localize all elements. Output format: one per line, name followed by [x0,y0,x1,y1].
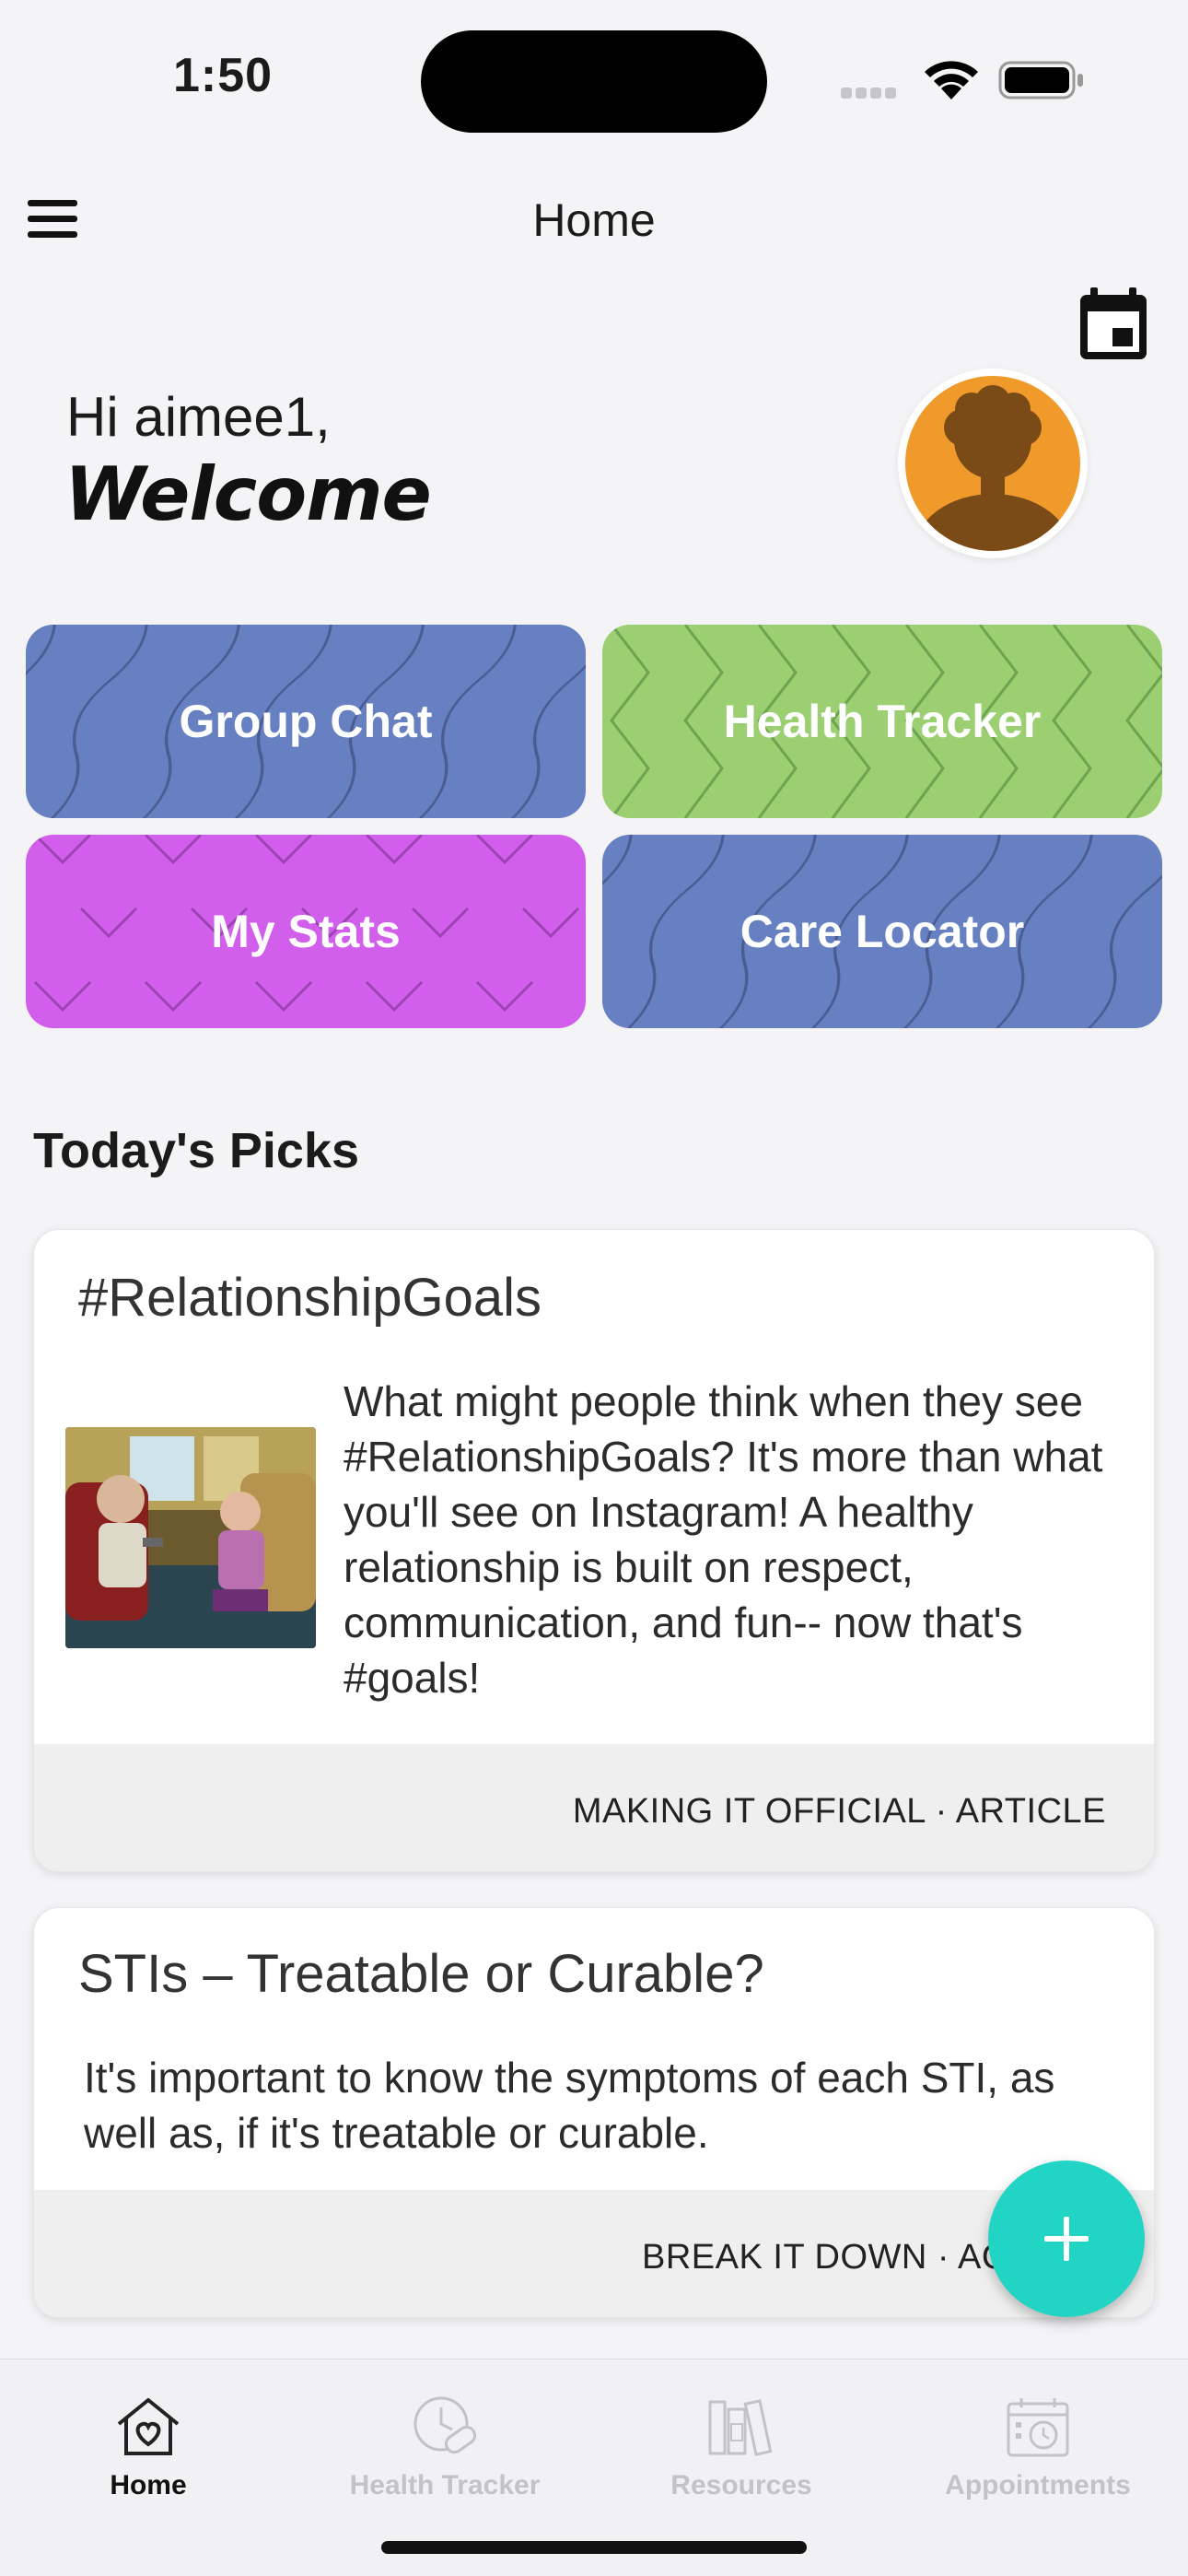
tab-label: Appointments [945,2470,1131,2500]
battery-icon [998,61,1083,100]
card-title: #RelationshipGoals [78,1268,542,1328]
card-footer: MAKING IT OFFICIAL · ARTICLE [34,1744,1154,1871]
tile-label: Group Chat [179,696,433,747]
tab-home[interactable]: Home [0,2359,297,2507]
wifi-icon [925,61,978,100]
cellular-signal-icon [841,87,905,99]
card-text: What might people think when they see #R… [344,1377,1103,1702]
page-title: Home [532,194,656,246]
tile-label: My Stats [211,906,401,957]
dynamic-island [421,30,767,133]
care-locator-tile[interactable]: Care Locator [602,835,1162,1028]
tile-label: Care Locator [740,906,1025,957]
card-category: BREAK IT DOWN · AC [642,2238,1007,2277]
welcome-text: Welcome [64,451,432,537]
my-stats-tile[interactable]: My Stats [26,835,586,1028]
greeting-text: Hi aimee1, [66,386,331,448]
health-tracker-tile[interactable]: Health Tracker [602,625,1162,818]
card-category: MAKING IT OFFICIAL · ARTICLE [572,1792,1106,1831]
group-chat-tile[interactable]: Group Chat [26,625,586,818]
add-button[interactable] [988,2160,1145,2317]
avatar-silhouette-icon [905,376,1080,551]
avatar[interactable] [898,369,1088,558]
tab-resources[interactable]: Resources [593,2359,890,2507]
card-text: It's important to know the symptoms of e… [84,2054,1055,2157]
clock-pill-icon [413,2396,477,2454]
tab-label: Health Tracker [349,2470,541,2500]
section-title: Today's Picks [33,1123,360,1178]
calendar-clock-icon [1007,2398,1069,2457]
tab-label: Home [110,2470,187,2500]
status-time: 1:50 [173,49,274,102]
article-thumbnail [65,1427,316,1648]
card-title: STIs – Treatable or Curable? [78,1944,764,2004]
books-icon [708,2399,773,2456]
home-indicator [381,2541,807,2554]
status-bar: 1:50 [0,0,1188,157]
tile-label: Health Tracker [723,696,1042,747]
card-footer: BREAK IT DOWN · AC [34,2190,1154,2317]
tab-health-tracker[interactable]: Health Tracker [297,2359,593,2507]
tab-appointments[interactable]: Appointments [890,2359,1186,2507]
article-card[interactable]: STIs – Treatable or Curable? It's import… [33,1907,1155,2318]
calendar-icon[interactable] [1077,287,1149,361]
plus-icon [1044,2217,1089,2261]
tab-label: Resources [670,2470,812,2500]
home-heart-icon [117,2398,180,2455]
article-card[interactable]: #RelationshipGoals What might people thi… [33,1229,1155,1872]
